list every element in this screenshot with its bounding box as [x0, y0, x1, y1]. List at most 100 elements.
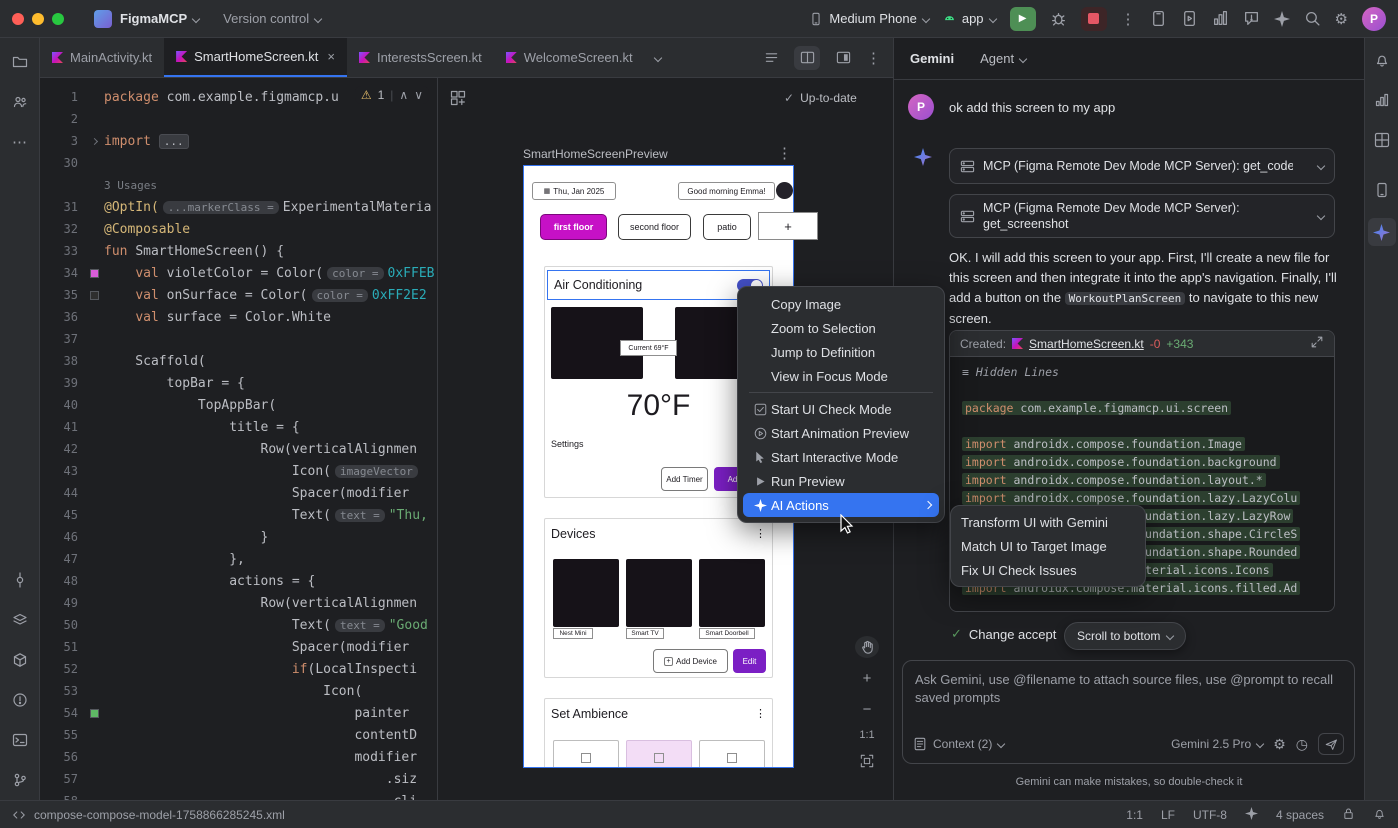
device-manager-icon[interactable] — [1150, 10, 1167, 27]
add-device-button[interactable]: +Add Device — [653, 649, 728, 673]
ambience-tile[interactable] — [699, 740, 765, 768]
encoding[interactable]: UTF-8 — [1193, 808, 1227, 822]
pull-requests-icon[interactable] — [6, 88, 34, 116]
gemini-tool-icon[interactable] — [1368, 218, 1396, 246]
tab-interestsscreen[interactable]: InterestsScreen.kt — [347, 38, 494, 77]
device-tile[interactable] — [626, 559, 692, 627]
tab-smarthomescreen[interactable]: SmartHomeScreen.kt× — [164, 38, 347, 77]
run-configuration-selector[interactable]: app — [943, 11, 996, 26]
model-selector[interactable]: Gemini 2.5 Pro — [1171, 737, 1263, 751]
current-file[interactable]: compose-compose-model-1758866285245.xml — [12, 808, 285, 822]
chevron-down-icon[interactable] — [1317, 212, 1325, 220]
debug-icon[interactable] — [1050, 10, 1067, 27]
close-icon[interactable]: × — [327, 49, 335, 64]
settings-gear-icon[interactable]: ⚙ — [1335, 10, 1348, 28]
readonly-lock-icon[interactable] — [1342, 807, 1355, 823]
next-issue-icon[interactable]: ∨ — [414, 88, 423, 102]
menu-item-run-preview[interactable]: Run Preview — [743, 469, 939, 493]
gemini-toolbar-icon[interactable] — [1274, 11, 1290, 27]
mcp-call-card[interactable]: MCP (Figma Remote Dev Mode MCP Server): … — [949, 194, 1335, 238]
chevron-down-icon[interactable] — [1317, 162, 1325, 170]
zoom-in-button[interactable]: + — [855, 667, 879, 689]
pan-hand-icon[interactable] — [855, 636, 879, 658]
device-tile[interactable] — [699, 559, 765, 627]
tab-welcomescreen[interactable]: WelcomeScreen.kt — [494, 38, 645, 77]
zoom-ratio-button[interactable]: 1:1 — [859, 729, 874, 741]
tab-mainactivity[interactable]: MainActivity.kt — [40, 38, 164, 77]
run-button[interactable]: ▶ — [1010, 7, 1036, 31]
inspections-widget[interactable]: ⚠ 1 | ∧ ∨ — [355, 86, 429, 104]
menu-item-view-in-focus-mode[interactable]: View in Focus Mode — [743, 364, 939, 388]
edit-button[interactable]: Edit — [733, 649, 766, 673]
vcs-widget[interactable]: Version control — [223, 11, 321, 26]
tab-gemini[interactable]: Gemini — [910, 51, 954, 66]
menu-item-match-ui-to-target-image[interactable]: Match UI to Target Image — [955, 534, 1141, 558]
menu-item-copy-image[interactable]: Copy Image — [743, 292, 939, 316]
code-view-toggle[interactable] — [758, 46, 784, 70]
mcp-call-card[interactable]: MCP (Figma Remote Dev Mode MCP Server): … — [949, 148, 1335, 184]
prev-issue-icon[interactable]: ∧ — [399, 88, 408, 102]
menu-item-start-interactive-mode[interactable]: Start Interactive Mode — [743, 445, 939, 469]
kebab-icon[interactable]: ⋮ — [755, 527, 766, 540]
commit-tool-icon[interactable] — [6, 566, 34, 594]
prompt-input[interactable]: Ask Gemini, use @filename to attach sour… — [915, 671, 1345, 707]
hidden-tabs-dropdown[interactable] — [645, 38, 671, 77]
gemini-settings-gear-icon[interactable]: ⚙ — [1273, 736, 1286, 753]
more-tool-windows-icon[interactable]: ⋯ — [6, 128, 34, 156]
chip-second-floor[interactable]: second floor — [618, 214, 691, 240]
running-devices-icon[interactable] — [1181, 10, 1198, 27]
ambience-tile[interactable] — [626, 740, 692, 768]
gemini-input-box[interactable]: Ask Gemini, use @filename to attach sour… — [902, 660, 1355, 764]
profiler-icon[interactable] — [1212, 10, 1229, 27]
problems-tool-icon[interactable] — [6, 686, 34, 714]
version-control-tool-icon[interactable] — [6, 766, 34, 794]
device-explorer-icon[interactable] — [1368, 176, 1396, 204]
more-actions-menu[interactable]: ⋮ — [1121, 10, 1136, 28]
device-tile[interactable] — [553, 559, 619, 627]
history-icon[interactable]: ◷ — [1296, 736, 1308, 753]
build-tool-icon[interactable] — [6, 646, 34, 674]
project-menu[interactable]: FigmaMCP — [120, 11, 199, 26]
device-selector[interactable]: Medium Phone — [809, 11, 928, 26]
open-diff-icon[interactable] — [1310, 335, 1324, 352]
line-ending[interactable]: LF — [1161, 808, 1175, 822]
window-minimize-button[interactable] — [32, 13, 44, 25]
menu-item-fix-ui-check-issues[interactable]: Fix UI Check Issues — [955, 558, 1141, 582]
tab-agent[interactable]: Agent — [980, 51, 1026, 66]
app-insights-icon[interactable] — [1243, 10, 1260, 27]
scroll-to-bottom-button[interactable]: Scroll to bottom — [1064, 622, 1186, 650]
window-close-button[interactable] — [12, 13, 24, 25]
settings-label[interactable]: Settings — [551, 439, 584, 449]
created-file-link[interactable]: SmartHomeScreen.kt — [1029, 337, 1144, 351]
menu-item-jump-to-definition[interactable]: Jump to Definition — [743, 340, 939, 364]
zoom-out-button[interactable]: − — [855, 698, 879, 720]
fit-to-screen-icon[interactable] — [855, 750, 879, 772]
kebab-icon[interactable]: ⋮ — [755, 707, 766, 720]
notifications-icon[interactable] — [1368, 46, 1396, 74]
preview-options-menu[interactable]: ⋮ — [777, 144, 792, 162]
send-button[interactable] — [1318, 733, 1344, 755]
gallery-view-icon[interactable] — [450, 90, 466, 109]
chip-first-floor[interactable]: first floor — [540, 214, 607, 240]
chip-patio[interactable]: patio — [703, 214, 751, 240]
layout-inspector-icon[interactable] — [1368, 126, 1396, 154]
menu-item-zoom-to-selection[interactable]: Zoom to Selection — [743, 316, 939, 340]
gemini-status-icon[interactable] — [1245, 807, 1258, 823]
menu-item-transform-ui-with-gemini[interactable]: Transform UI with Gemini — [955, 510, 1141, 534]
menu-item-start-animation-preview[interactable]: Start Animation Preview — [743, 421, 939, 445]
services-tool-icon[interactable] — [6, 606, 34, 634]
indent-setting[interactable]: 4 spaces — [1276, 808, 1324, 822]
search-icon[interactable] — [1304, 10, 1321, 27]
editor-options-menu[interactable]: ⋮ — [866, 49, 881, 67]
menu-item-start-ui-check-mode[interactable]: Start UI Check Mode — [743, 397, 939, 421]
split-view-toggle[interactable] — [794, 46, 820, 70]
ambience-tile[interactable] — [553, 740, 619, 768]
code-editor[interactable]: 1package com.example.figmamcp.u23import … — [40, 78, 437, 800]
cursor-position[interactable]: 1:1 — [1126, 808, 1143, 822]
hidden-lines-row[interactable]: ≡ Hidden Lines — [962, 365, 1334, 383]
stop-button[interactable] — [1081, 7, 1107, 31]
terminal-tool-icon[interactable] — [6, 726, 34, 754]
profiler-tool-icon[interactable] — [1368, 86, 1396, 114]
project-tool-icon[interactable] — [6, 48, 34, 76]
notification-bell-icon[interactable] — [1373, 807, 1386, 823]
